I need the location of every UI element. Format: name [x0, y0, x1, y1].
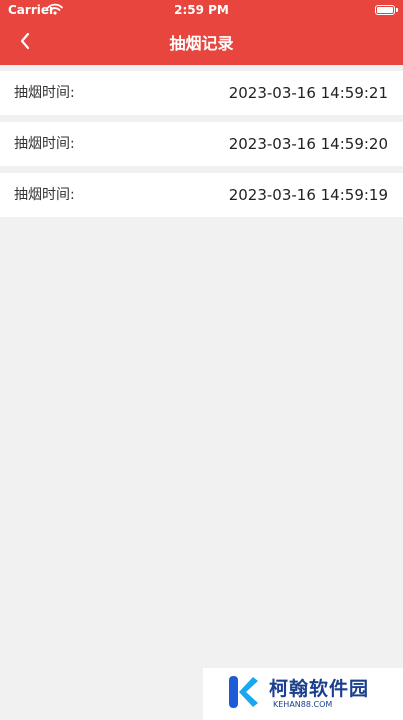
record-time: 2023-03-16 14:59:20 [228, 135, 388, 153]
battery-icon [375, 5, 398, 15]
navigation-bar: 抽烟记录 [0, 22, 403, 65]
record-row[interactable]: 抽烟时间: 2023-03-16 14:59:21 [0, 71, 403, 115]
page-title: 抽烟记录 [169, 34, 234, 53]
record-row[interactable]: 抽烟时间: 2023-03-16 14:59:19 [0, 173, 403, 217]
status-bar: Carrier 2:59 PM [0, 0, 403, 22]
record-time: 2023-03-16 14:59:21 [228, 84, 388, 102]
watermark-name: 柯翰软件园 [269, 678, 370, 700]
record-row[interactable]: 抽烟时间: 2023-03-16 14:59:20 [0, 122, 403, 166]
watermark: 柯翰软件园 KEHAN88.COM [203, 668, 403, 720]
status-time: 2:59 PM [174, 3, 229, 17]
kehan-logo-icon [223, 672, 263, 716]
record-label: 抽烟时间: [14, 187, 75, 203]
watermark-site: KEHAN88.COM [273, 700, 333, 709]
record-label: 抽烟时间: [14, 136, 75, 152]
app-header: Carrier 2:59 PM 抽烟记录 [0, 0, 403, 65]
record-time: 2023-03-16 14:59:19 [228, 186, 388, 204]
record-label: 抽烟时间: [14, 85, 75, 101]
record-list: 抽烟时间: 2023-03-16 14:59:21 抽烟时间: 2023-03-… [0, 71, 403, 224]
